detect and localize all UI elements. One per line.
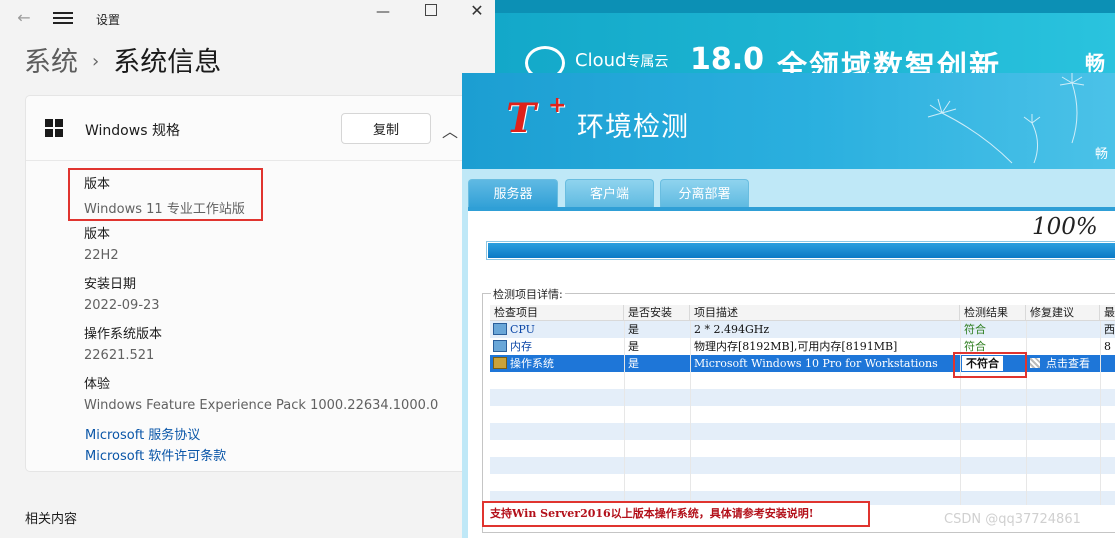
banner-topline [495,0,1115,13]
row-name: CPU [510,323,535,336]
row-extra: 8 [1104,340,1111,353]
tplus-side-char: 畅 [1095,147,1109,162]
experience-label: 体验 [84,377,111,392]
empty-row [490,457,1115,474]
cloud-logo-icon [525,46,565,75]
ms-license-terms-link[interactable]: Microsoft 软件许可条款 [85,445,226,464]
promo-banner: Cloud专属云 18.0 全领域数智创新 畅 [495,0,1115,75]
chevron-up-icon[interactable]: ︿ [442,118,458,142]
page-title: 系统信息 [113,47,222,78]
tplus-logo: T [506,95,536,142]
banner-slogan: 全领域数智创新 [777,50,1001,75]
tplus-env-check-window: T + 环境检测 畅 服务器 客户端 分离部署 100% 检测项目详情: 检查项… [462,73,1115,538]
row-result: 符合 [964,323,986,336]
banner-brand-name: Cloud [575,50,627,71]
details-group-label: 检测项目详情: [491,286,565,302]
column-divider [690,321,691,505]
table-row-selected[interactable]: 操作系统 是 Microsoft Windows 10 Pro for Work… [490,355,1115,372]
install-date-value: 2022-09-23 [84,298,160,313]
title-bar: ← 设置 — ✕ [0,0,495,36]
tplus-logo-plus: + [548,93,567,118]
row-desc: 物理内存[8192MB],可用内存[8191MB] [694,340,898,353]
settings-window: ← 设置 — ✕ 系统 › 系统信息 Windows 规格 复制 ︿ 版本 Wind… [0,0,495,538]
progress-bar [486,241,1115,260]
card-title: Windows 规格 [85,123,180,139]
row-name: 操作系统 [510,357,554,370]
table-row[interactable]: CPU 是 2 * 2.494GHz 符合 西 [490,321,1115,338]
banner-brand: Cloud专属云 [575,50,668,71]
row-result: 符合 [964,340,986,353]
breadcrumb-parent[interactable]: 系统 [24,47,78,78]
empty-row [490,389,1115,406]
requirement-note: 支持Win Server2016以上版本操作系统，具体请参考安装说明! [484,502,868,526]
version-label: 版本 [84,227,111,242]
view-fix-link[interactable]: 点击查看 [1042,355,1102,372]
back-arrow-icon[interactable]: ← [14,9,34,27]
tab-separate-deploy[interactable]: 分离部署 [660,179,749,209]
window-title: 设置 [96,13,121,27]
edition-value: Windows 11 专业工作站版 [84,202,245,217]
empty-row [490,423,1115,440]
col-extra[interactable]: 最 [1100,305,1115,321]
row-installed: 是 [628,340,639,353]
column-divider [1100,321,1101,505]
row-installed: 是 [628,323,639,336]
copy-button[interactable]: 复制 [341,113,431,144]
col-fix[interactable]: 修复建议 [1026,305,1100,321]
col-description[interactable]: 项目描述 [690,305,960,321]
experience-value: Windows Feature Experience Pack 1000.226… [84,398,439,413]
windows-logo-icon [45,119,63,137]
banner-cut-char: 畅 [1085,51,1105,75]
progress-percent: 100% [1032,214,1098,240]
column-divider [1026,321,1027,505]
column-divider [960,321,961,505]
row-name: 内存 [510,340,532,353]
table-row[interactable]: 内存 是 物理内存[8192MB],可用内存[8191MB] 符合 8 [490,338,1115,355]
col-result[interactable]: 检测结果 [960,305,1026,321]
banner-brand-suffix: 专属云 [626,54,669,70]
dandelion-decoration-icon [927,73,1085,164]
row-extra: 西 [1104,323,1115,336]
column-divider [624,321,625,505]
tab-client[interactable]: 客户端 [565,179,654,209]
row-desc: 2 * 2.494GHz [694,323,770,336]
table-header: 检查项目 是否安装 项目描述 检测结果 修复建议 最 [490,305,1115,321]
maximize-icon[interactable] [425,4,437,16]
close-icon[interactable]: ✕ [466,0,488,22]
banner-version: 18.0 [690,42,765,75]
version-value: 22H2 [84,248,119,263]
progress-fill [488,243,1115,258]
tab-server[interactable]: 服务器 [468,179,558,209]
check-items-table[interactable]: 检查项目 是否安装 项目描述 检测结果 修复建议 最 CPU 是 2 * 2.4… [490,305,1115,505]
minimize-icon[interactable]: — [370,4,396,24]
watermark: CSDN @qq37724861 [944,512,1081,527]
breadcrumb-separator-icon: › [92,51,100,72]
os-build-value: 22621.521 [84,348,155,363]
row-result-fail: 不符合 [962,356,1003,371]
row-desc: Microsoft Windows 10 Pro for Workstation… [694,357,938,370]
row-installed: 是 [628,357,639,370]
install-date-label: 安装日期 [84,277,137,292]
tplus-title: 环境检测 [577,112,689,143]
tplus-header: T + 环境检测 畅 [462,73,1115,169]
card-header[interactable]: Windows 规格 复制 ︿ [26,96,494,161]
col-installed[interactable]: 是否安装 [624,305,690,321]
ms-services-agreement-link[interactable]: Microsoft 服务协议 [85,424,200,443]
hamburger-menu-icon[interactable] [53,10,73,26]
col-check-item[interactable]: 检查项目 [490,305,624,321]
breadcrumb: 系统 › 系统信息 [24,40,221,79]
related-content-heading: 相关内容 [25,512,78,527]
os-build-label: 操作系统版本 [84,327,163,342]
fix-icon [1030,358,1040,368]
edition-label: 版本 [84,177,111,192]
